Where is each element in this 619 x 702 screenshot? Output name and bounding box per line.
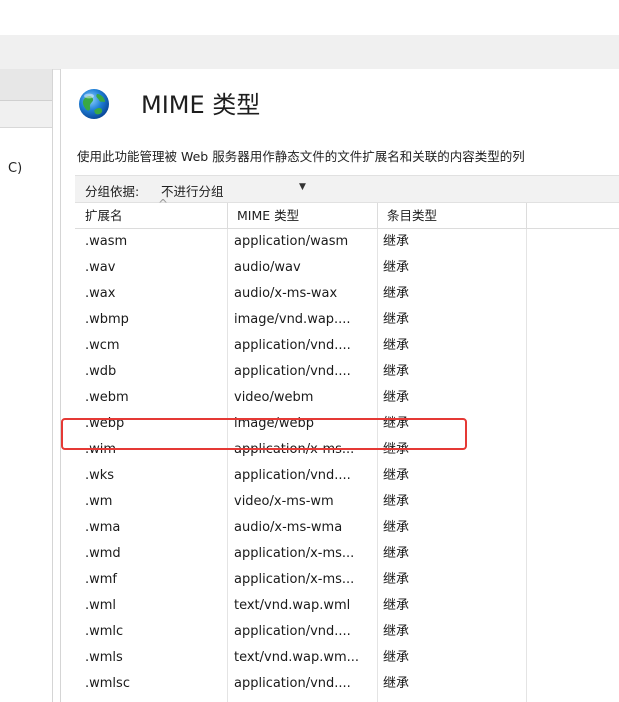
mime-type-cell: application/vnd.... — [234, 468, 351, 483]
table-row[interactable]: .wmls text/vnd.wap.wm... 继承 — [75, 645, 619, 671]
extension-cell: .wma — [85, 520, 121, 535]
column-header-entry-type[interactable]: 条目类型 — [377, 203, 527, 228]
extension-cell: .wks — [85, 468, 115, 483]
table-row[interactable]: .wasm application/wasm 继承 — [75, 229, 619, 255]
entry-type-cell: 继承 — [383, 520, 410, 535]
table-row[interactable]: .wcm application/vnd.... 继承 — [75, 333, 619, 359]
entry-type-cell: 继承 — [383, 572, 410, 587]
entry-type-cell: 继承 — [383, 494, 410, 509]
mime-type-cell: application/vnd.... — [234, 624, 351, 639]
table-row[interactable]: .wks application/vnd.... 继承 — [75, 463, 619, 489]
mime-type-cell: video/x-ms-wm — [234, 494, 334, 509]
entry-type-cell: 继承 — [383, 546, 410, 561]
extension-cell: .wax — [85, 286, 116, 301]
entry-type-cell: 继承 — [383, 234, 410, 249]
extension-cell: .wcm — [85, 338, 120, 353]
connections-pane: C) — [0, 69, 53, 702]
mime-type-cell: video/webm — [234, 390, 314, 405]
column-header-extension[interactable]: ^ 扩展名 — [75, 198, 228, 228]
entry-type-cell: 继承 — [383, 390, 410, 405]
mime-type-cell: application/vnd.... — [234, 676, 351, 691]
mime-types-panel: MIME 类型 使用此功能管理被 Web 服务器用作静态文件的文件扩展名和关联的… — [60, 69, 619, 702]
extension-cell: .wmlc — [85, 624, 124, 639]
table-row[interactable]: .wmlc application/vnd.... 继承 — [75, 619, 619, 645]
entry-type-cell: 继承 — [383, 650, 410, 665]
globe-icon — [79, 89, 109, 119]
mime-type-cell: image/vnd.wap.... — [234, 312, 351, 327]
extension-cell: .wm — [85, 494, 113, 509]
mime-type-cell: audio/wav — [234, 260, 301, 275]
extension-cell: .wmf — [85, 572, 118, 587]
mime-type-cell: audio/x-ms-wma — [234, 520, 343, 535]
group-by-dropdown[interactable]: 不进行分组 ▼ — [159, 177, 306, 199]
table-row[interactable]: .wax audio/x-ms-wax 继承 — [75, 281, 619, 307]
page-description: 使用此功能管理被 Web 服务器用作静态文件的文件扩展名和关联的内容类型的列 — [77, 149, 525, 164]
mime-type-cell: application/wasm — [234, 234, 349, 249]
table-row[interactable]: .wma audio/x-ms-wma 继承 — [75, 515, 619, 541]
column-header-mime-type[interactable]: MIME 类型 — [227, 203, 378, 228]
table-row[interactable]: .webm video/webm 继承 — [75, 385, 619, 411]
entry-type-cell: 继承 — [383, 338, 410, 353]
connections-pane-toolbar — [0, 101, 52, 128]
table-row[interactable]: .wmf application/x-ms... 继承 — [75, 567, 619, 593]
mime-type-cell: application/x-ms... — [234, 572, 355, 587]
entry-type-cell: 继承 — [383, 598, 410, 613]
group-by-value: 不进行分组 — [161, 184, 224, 199]
entry-type-cell: 继承 — [383, 286, 410, 301]
extension-cell: .wdb — [85, 364, 117, 379]
mime-type-cell: text/vnd.wap.wm... — [234, 650, 360, 665]
entry-type-cell: 继承 — [383, 312, 410, 327]
extension-cell: .wbmp — [85, 312, 129, 327]
extension-cell: .wasm — [85, 234, 128, 249]
table-row[interactable]: .wm video/x-ms-wm 继承 — [75, 489, 619, 515]
mime-type-cell: application/vnd.... — [234, 364, 351, 379]
highlight-box-webp — [61, 418, 467, 450]
entry-type-cell: 继承 — [383, 260, 410, 275]
mime-type-cell: application/x-ms... — [234, 546, 355, 561]
table-row[interactable]: .wmlsc application/vnd.... 继承 — [75, 671, 619, 697]
table-header: ^ 扩展名 MIME 类型 条目类型 — [75, 198, 619, 229]
entry-type-cell: 继承 — [383, 624, 410, 639]
dropdown-arrow-icon: ▼ — [299, 182, 306, 192]
mime-type-cell: text/vnd.wap.wml — [234, 598, 351, 613]
page-title: MIME 类型 — [141, 91, 261, 119]
entry-type-cell: 继承 — [383, 468, 410, 483]
sort-ascending-icon: ^ — [158, 197, 169, 211]
extension-cell: .webm — [85, 390, 129, 405]
mime-type-cell: application/vnd.... — [234, 338, 351, 353]
mime-type-cell: audio/x-ms-wax — [234, 286, 338, 301]
top-toolbar-band — [0, 35, 619, 70]
extension-cell: .wml — [85, 598, 117, 613]
entry-type-cell: 继承 — [383, 364, 410, 379]
table-row[interactable]: .wml text/vnd.wap.wml 继承 — [75, 593, 619, 619]
connections-pane-header — [0, 69, 52, 101]
table-row[interactable]: .wdb application/vnd.... 继承 — [75, 359, 619, 385]
extension-cell: .wav — [85, 260, 116, 275]
entry-type-cell: 继承 — [383, 676, 410, 691]
connections-tree-item-partial[interactable]: C) — [8, 161, 22, 176]
extension-cell: .wmlsc — [85, 676, 130, 691]
group-by-label: 分组依据: — [85, 184, 140, 199]
extension-cell: .wmd — [85, 546, 121, 561]
table-row[interactable]: .wmd application/x-ms... 继承 — [75, 541, 619, 567]
extension-cell: .wmls — [85, 650, 123, 665]
table-row[interactable]: .wav audio/wav 继承 — [75, 255, 619, 281]
table-row[interactable]: .wbmp image/vnd.wap.... 继承 — [75, 307, 619, 333]
